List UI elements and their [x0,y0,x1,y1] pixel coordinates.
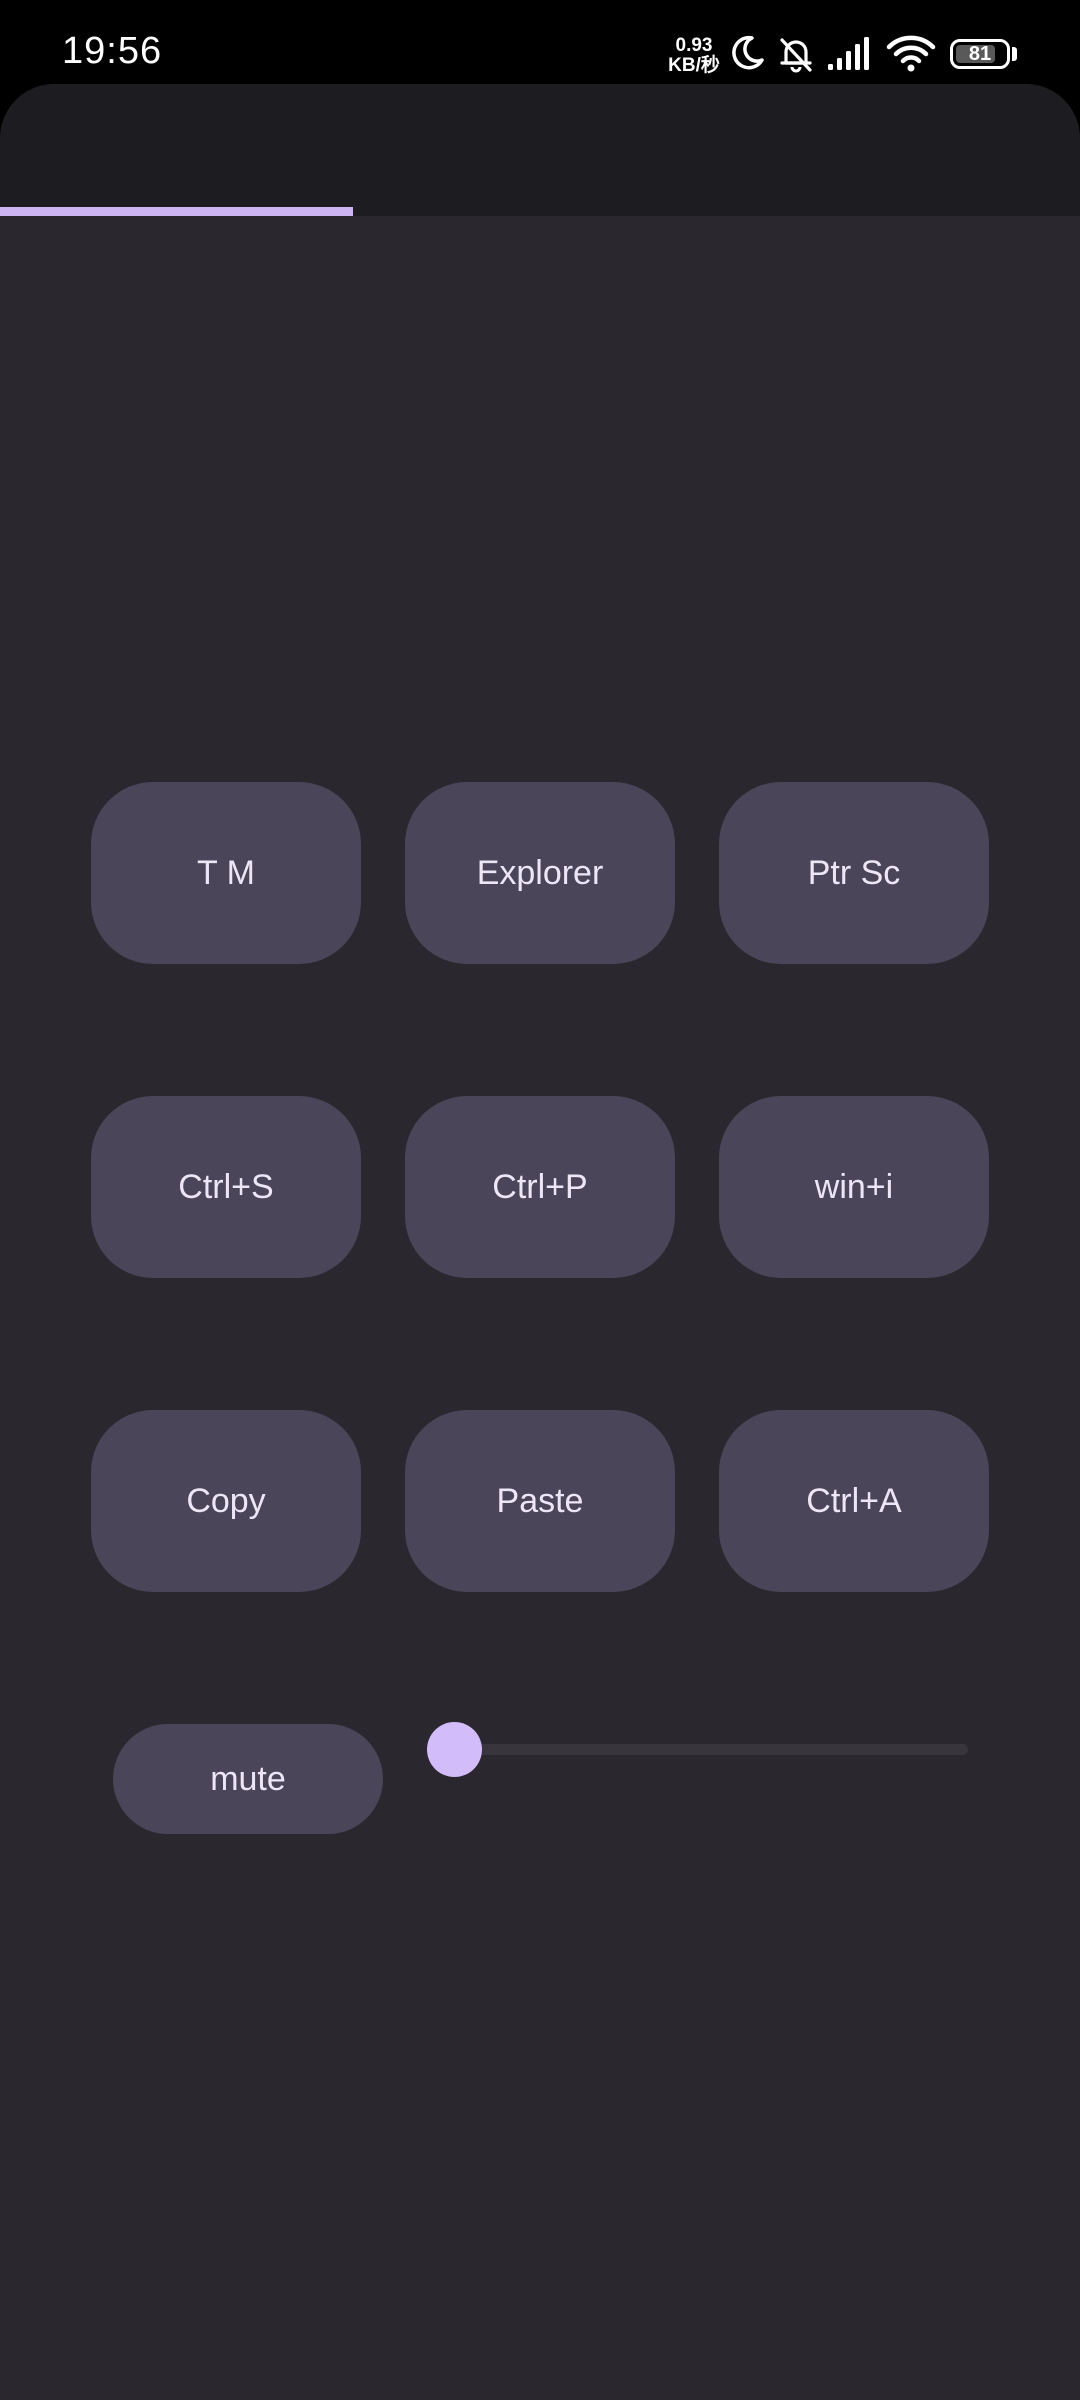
key-button-print-screen[interactable]: Ptr Sc [719,782,989,964]
status-time: 19:56 [62,30,163,72]
screen: 19:56 0.93 KB/秒 81 T M Explorer Ptr Sc C… [0,0,1080,2400]
key-button-paste[interactable]: Paste [405,1410,675,1592]
network-speed-unit: KB/秒 [668,55,720,76]
app-bar [0,84,1080,216]
key-button-ctrl-s[interactable]: Ctrl+S [91,1096,361,1278]
network-speed: 0.93 KB/秒 [666,36,722,76]
battery-tip [1012,47,1017,61]
moon-icon [728,34,766,77]
key-button-explorer[interactable]: Explorer [405,782,675,964]
key-button-copy[interactable]: Copy [91,1410,361,1592]
slider-track[interactable] [454,1744,968,1755]
key-button-win-i[interactable]: win+i [719,1096,989,1278]
wifi-icon [886,34,936,79]
key-button-ctrl-p[interactable]: Ctrl+P [405,1096,675,1278]
network-speed-value: 0.93 [675,35,713,56]
key-button-ctrl-a[interactable]: Ctrl+A [719,1410,989,1592]
battery-icon: 81 [950,39,1010,69]
mute-button[interactable]: mute [113,1724,383,1834]
slider-thumb[interactable] [427,1722,482,1777]
battery-level: 81 [968,43,992,65]
progress-bar [0,207,1080,216]
volume-slider[interactable] [427,1720,968,1780]
bell-off-icon [776,34,816,79]
progress-fill [0,207,354,216]
content-area [0,216,1080,2400]
key-button-task-manager[interactable]: T M [91,782,361,964]
cellular-signal-icon [826,34,876,77]
